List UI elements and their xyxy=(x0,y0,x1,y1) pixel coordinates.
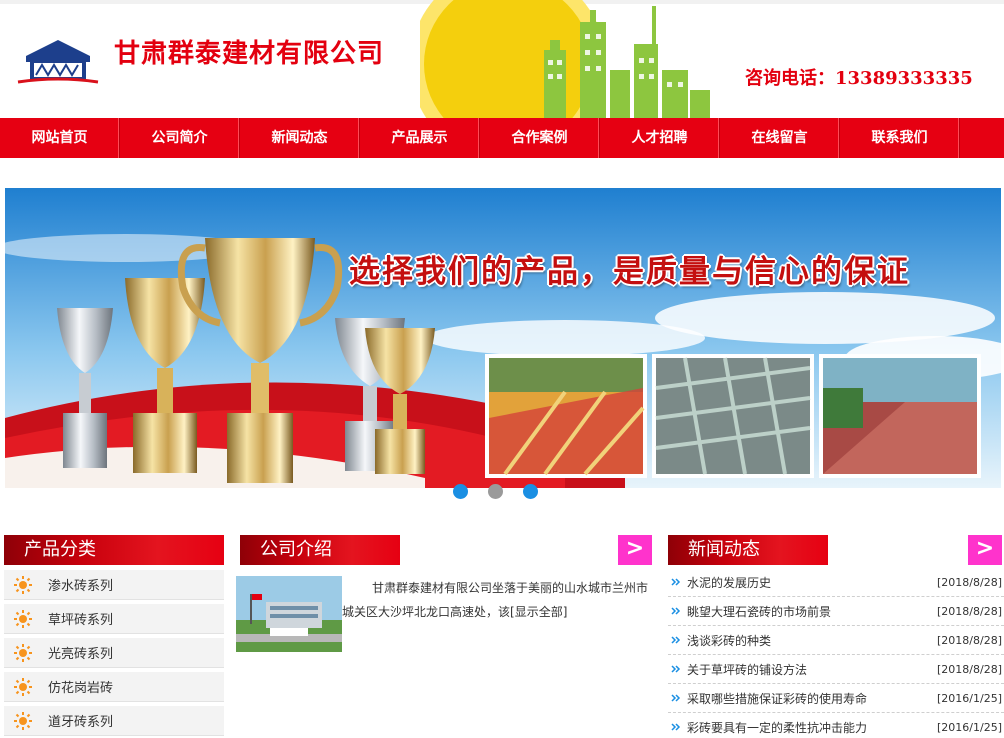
categories-heading: 产品分类 xyxy=(4,535,224,565)
nav-item-cases[interactable]: 合作案例 xyxy=(480,118,600,158)
banner-artwork xyxy=(5,188,1001,488)
category-label: 渗水砖系列 xyxy=(48,579,114,594)
sun-bullet-icon xyxy=(14,575,32,594)
nav-item-contact[interactable]: 联系我们 xyxy=(840,118,960,158)
sun-bullet-icon xyxy=(14,677,32,696)
category-label: 仿花岗岩砖 xyxy=(48,681,114,696)
news-item[interactable]: 采取哪些措施保证彩砖的使用寿命 [2016/1/25] xyxy=(668,684,1004,713)
hotline-phone: 咨询电话：13389333335 xyxy=(745,68,973,89)
banner-slogan: 选择我们的产品，是质量与信心的保证 xyxy=(349,254,910,290)
banner-dot-3[interactable] xyxy=(523,484,538,499)
nav-item-products[interactable]: 产品展示 xyxy=(360,118,480,158)
news-item[interactable]: 浅谈彩砖的种类 [2018/8/28] xyxy=(668,626,1004,655)
category-label: 光亮砖系列 xyxy=(48,647,114,662)
hero-banner[interactable]: 选择我们的产品，是质量与信心的保证 xyxy=(5,188,1001,488)
double-arrow-icon xyxy=(671,578,681,586)
nav-item-message[interactable]: 在线留言 xyxy=(720,118,840,158)
banner-pagination xyxy=(0,484,1004,500)
news-date: [2018/8/28] xyxy=(937,575,1002,589)
nav-item-news[interactable]: 新闻动态 xyxy=(240,118,360,158)
site-header: 甘肃群泰建材有限公司 咨询电话：13389333335 xyxy=(0,0,1004,118)
double-arrow-icon xyxy=(671,636,681,644)
banner-dot-1[interactable] xyxy=(453,484,468,499)
news-item[interactable]: 彩砖要具有一定的柔性抗冲击能力 [2016/1/25] xyxy=(668,713,1004,738)
category-item[interactable]: 道牙砖系列 xyxy=(4,706,224,736)
news-date: [2016/1/25] xyxy=(937,720,1002,734)
news-date: [2016/1/25] xyxy=(937,691,1002,705)
intro-text: 甘肃群泰建材有限公司坐落于美丽的山水城市兰州市城关区大沙坪北龙口高速处，该[显示… xyxy=(342,576,654,624)
banner-dot-2[interactable] xyxy=(488,484,503,499)
double-arrow-icon xyxy=(671,665,681,673)
intro-heading: 公司介绍 xyxy=(240,535,400,565)
sun-bullet-icon xyxy=(14,711,32,730)
news-more-button[interactable]: > xyxy=(968,535,1002,565)
news-list: 水泥的发展历史 [2018/8/28] 眺望大理石瓷砖的市场前景 [2018/8… xyxy=(668,568,1004,738)
company-logo[interactable] xyxy=(16,36,100,86)
double-arrow-icon xyxy=(671,723,681,731)
news-heading: 新闻动态 xyxy=(668,535,828,565)
news-item[interactable]: 眺望大理石瓷砖的市场前景 [2018/8/28] xyxy=(668,597,1004,626)
news-item[interactable]: 关于草坪砖的铺设方法 [2018/8/28] xyxy=(668,655,1004,684)
category-item[interactable]: 渗水砖系列 xyxy=(4,570,224,600)
intro-body: 甘肃群泰建材有限公司坐落于美丽的山水城市兰州市城关区大沙坪北龙口高速处，该 xyxy=(342,581,649,619)
nav-item-jobs[interactable]: 人才招聘 xyxy=(600,118,720,158)
category-label: 道牙砖系列 xyxy=(48,715,114,730)
category-item[interactable]: 光亮砖系列 xyxy=(4,638,224,668)
news-title: 采取哪些措施保证彩砖的使用寿命 xyxy=(687,691,868,706)
double-arrow-icon xyxy=(671,607,681,615)
show-all-link[interactable]: [显示全部] xyxy=(510,605,567,619)
news-title: 浅谈彩砖的种类 xyxy=(687,633,772,648)
news-date: [2018/8/28] xyxy=(937,662,1002,676)
news-date: [2018/8/28] xyxy=(937,633,1002,647)
nav-item-about[interactable]: 公司简介 xyxy=(120,118,240,158)
news-title: 眺望大理石瓷砖的市场前景 xyxy=(687,604,832,619)
news-title: 关于草坪砖的铺设方法 xyxy=(687,662,808,677)
category-label: 草坪砖系列 xyxy=(48,613,114,628)
news-item[interactable]: 水泥的发展历史 [2018/8/28] xyxy=(668,568,1004,597)
company-building-photo xyxy=(236,576,342,652)
news-title: 水泥的发展历史 xyxy=(687,575,772,590)
sun-city-illustration xyxy=(420,0,710,118)
category-item[interactable]: 仿花岗岩砖 xyxy=(4,672,224,702)
news-title: 彩砖要具有一定的柔性抗冲击能力 xyxy=(687,720,868,735)
nav-item-home[interactable]: 网站首页 xyxy=(0,118,120,158)
news-date: [2018/8/28] xyxy=(937,604,1002,618)
sun-bullet-icon xyxy=(14,609,32,628)
intro-more-button[interactable]: > xyxy=(618,535,652,565)
main-nav: 网站首页 公司简介 新闻动态 产品展示 合作案例 人才招聘 在线留言 联系我们 xyxy=(0,118,1004,158)
company-name: 甘肃群泰建材有限公司 xyxy=(114,39,385,69)
double-arrow-icon xyxy=(671,694,681,702)
category-list: 渗水砖系列 草坪砖系列 光亮砖系列 仿花岗岩砖 道牙砖系列 xyxy=(4,570,224,738)
category-item[interactable]: 草坪砖系列 xyxy=(4,604,224,634)
sun-bullet-icon xyxy=(14,643,32,662)
